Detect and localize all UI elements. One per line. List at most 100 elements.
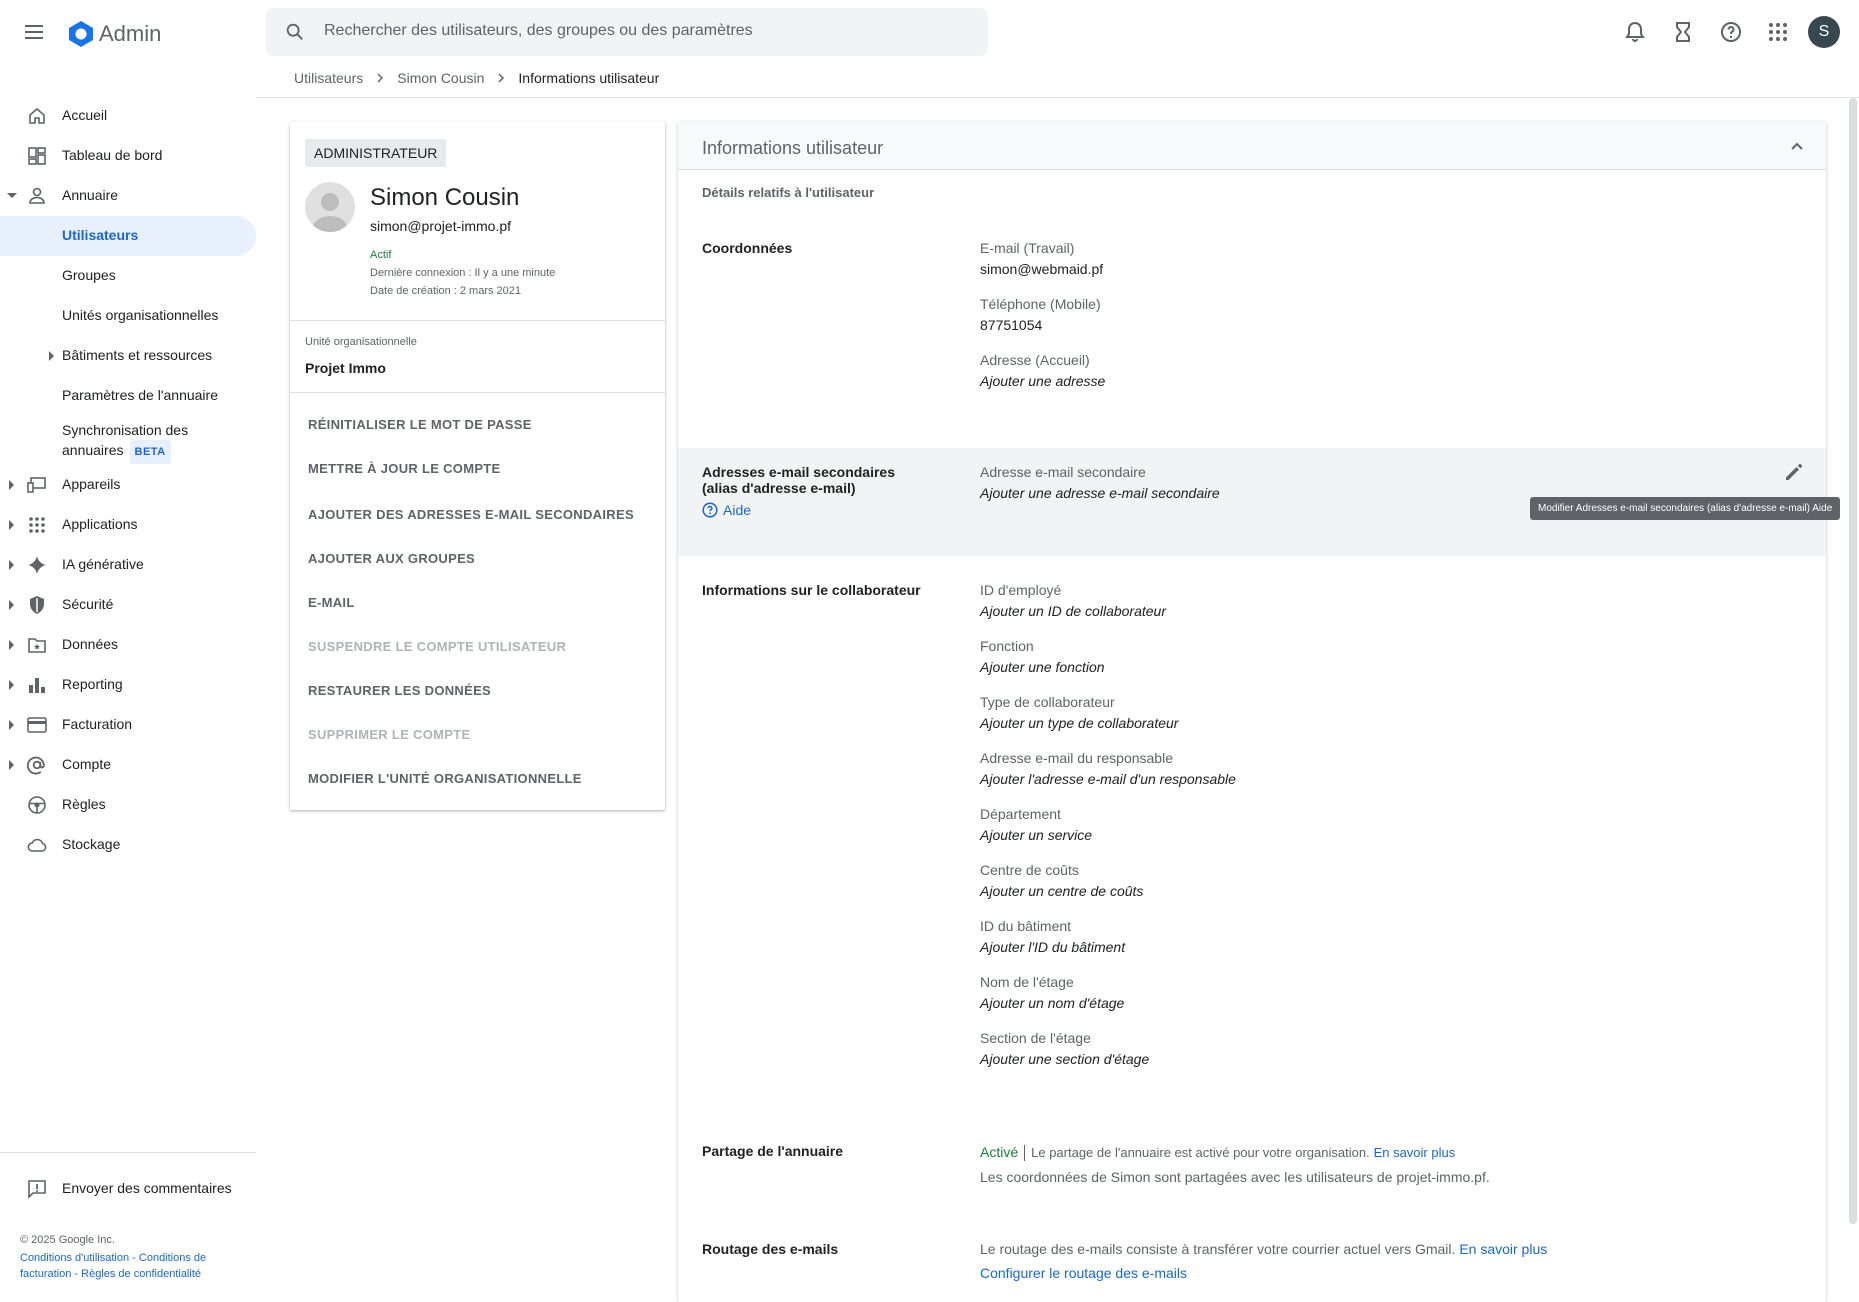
contact-section-title: Coordonnées	[702, 240, 793, 256]
sidebar-item-batiments[interactable]: Bâtiments et ressources	[0, 336, 256, 376]
sharing-learn-more-link[interactable]: En savoir plus	[1374, 1145, 1456, 1160]
configure-routing-link[interactable]: Configurer le routage des e-mails	[980, 1265, 1187, 1281]
sidebar-item-label: Synchronisation des annuaires BETA	[62, 420, 212, 464]
sidebar-item-applications[interactable]: Applications	[0, 505, 256, 545]
card-divider	[290, 392, 665, 393]
field-label: Centre de coûts	[980, 862, 1079, 878]
sidebar-item-stockage[interactable]: Stockage	[0, 825, 256, 865]
apps-icon	[29, 517, 45, 533]
sidebar-item-securite[interactable]: Sécurité	[0, 585, 256, 625]
notifications-icon[interactable]	[1623, 20, 1647, 44]
sidebar-item-tableau-de-bord[interactable]: Tableau de bord	[0, 136, 256, 176]
manager-email-value[interactable]: Ajouter l'adresse e-mail d'un responsabl…	[980, 771, 1236, 787]
field-label: Fonction	[980, 638, 1034, 654]
chevron-up-icon[interactable]	[1786, 135, 1808, 157]
sidebar-item-groupes[interactable]: Groupes	[0, 256, 256, 296]
restore-data-button[interactable]: RESTAURER LES DONNÉES	[308, 683, 491, 698]
sidebar-item-annuaire[interactable]: Annuaire	[0, 176, 256, 216]
sharing-section-title: Partage de l'annuaire	[702, 1143, 844, 1159]
caret-right-icon[interactable]	[9, 680, 14, 690]
add-to-groups-button[interactable]: AJOUTER AUX GROUPES	[308, 551, 475, 566]
chevron-right-icon	[498, 73, 505, 83]
caret-right-icon[interactable]	[9, 720, 14, 730]
add-secondary-emails-button[interactable]: AJOUTER DES ADRESSES E-MAIL SECONDAIRES	[308, 507, 634, 522]
hourglass-icon[interactable]	[1671, 20, 1695, 44]
breadcrumb-users[interactable]: Utilisateurs	[294, 70, 363, 86]
footer-links[interactable]: Conditions d'utilisation - Conditions de…	[20, 1250, 250, 1282]
sidebar-item-regles[interactable]: Règles	[0, 785, 256, 825]
edit-pencil-icon[interactable]	[1782, 460, 1806, 484]
sidebar-item-ia-generative[interactable]: IA générative	[0, 545, 256, 585]
sharing-detail: Les coordonnées de Simon sont partagées …	[980, 1169, 1490, 1185]
caret-down-icon[interactable]	[7, 193, 17, 198]
menu-icon[interactable]	[22, 20, 46, 44]
account-avatar[interactable]: S	[1808, 16, 1840, 48]
sidebar-item-accueil[interactable]: Accueil	[0, 96, 256, 136]
chevron-right-icon	[377, 73, 384, 83]
caret-right-icon[interactable]	[9, 560, 14, 570]
employee-id-value[interactable]: Ajouter un ID de collaborateur	[980, 603, 1166, 619]
update-account-button[interactable]: METTRE À JOUR LE COMPTE	[308, 461, 501, 476]
caret-right-icon[interactable]	[9, 520, 14, 530]
info-header[interactable]: Informations utilisateur	[678, 122, 1826, 170]
sidebar-item-reporting[interactable]: Reporting	[0, 665, 256, 705]
send-feedback-button[interactable]: Envoyer des commentaires	[0, 1169, 256, 1209]
change-ou-button[interactable]: MODIFIER L'UNITÉ ORGANISATIONNELLE	[308, 771, 582, 786]
caret-right-icon[interactable]	[9, 600, 14, 610]
floor-name-value[interactable]: Ajouter un nom d'étage	[980, 995, 1124, 1011]
aliases-section-title: Adresses e-mail secondaires (alias d'adr…	[702, 464, 895, 496]
sidebar-item-compte[interactable]: Compte	[0, 745, 256, 785]
help-link[interactable]: Aide	[702, 502, 751, 518]
floor-section-value[interactable]: Ajouter une section d'étage	[980, 1051, 1149, 1067]
reset-password-button[interactable]: RÉINITIALISER LE MOT DE PASSE	[308, 417, 532, 432]
sidebar-item-donnees[interactable]: Données	[0, 625, 256, 665]
at-sign-icon	[27, 756, 45, 775]
user-card: ADMINISTRATEUR Simon Cousin simon@projet…	[290, 122, 665, 810]
caret-right-icon[interactable]	[9, 640, 14, 650]
breadcrumb: Utilisateurs Simon Cousin Informations u…	[294, 70, 659, 86]
caret-right-icon[interactable]	[9, 760, 14, 770]
help-icon[interactable]	[1719, 20, 1743, 44]
search-input[interactable]: Rechercher des utilisateurs, des groupes…	[324, 22, 753, 40]
sidebar-item-label: Tableau de bord	[62, 147, 163, 163]
work-email-value[interactable]: simon@webmaid.pf	[980, 261, 1103, 277]
job-title-value[interactable]: Ajouter une fonction	[980, 659, 1105, 675]
routing-learn-more-link[interactable]: En savoir plus	[1459, 1241, 1547, 1257]
suspend-account-button: SUSPENDRE LE COMPTE UTILISATEUR	[308, 639, 567, 654]
sharing-status: Activé	[980, 1144, 1019, 1160]
caret-right-icon[interactable]	[49, 351, 54, 361]
secondary-email-value[interactable]: Ajouter une adresse e-mail secondaire	[980, 485, 1220, 501]
apps-grid-icon[interactable]	[1766, 20, 1790, 44]
search-bar[interactable]: Rechercher des utilisateurs, des groupes…	[266, 8, 988, 56]
building-id-value[interactable]: Ajouter l'ID du bâtiment	[980, 939, 1125, 955]
help-circle-icon	[702, 502, 718, 518]
top-bar: Admin Rechercher des utilisateurs, des g…	[0, 0, 1859, 64]
shield-icon	[30, 596, 44, 614]
caret-right-icon[interactable]	[9, 480, 14, 490]
home-address-value[interactable]: Ajouter une adresse	[980, 373, 1105, 389]
user-avatar	[305, 182, 355, 232]
routing-section-title: Routage des e-mails	[702, 1241, 839, 1257]
sidebar-item-unites[interactable]: Unités organisationnelles	[0, 296, 256, 336]
user-name: Simon Cousin	[370, 184, 520, 211]
department-value[interactable]: Ajouter un service	[980, 827, 1092, 843]
header-divider	[256, 97, 1859, 98]
email-button[interactable]: E-MAIL	[308, 595, 355, 610]
edit-tooltip: Modifier Adresses e-mail secondaires (al…	[1530, 497, 1841, 520]
sidebar-item-utilisateurs[interactable]: Utilisateurs	[0, 216, 256, 256]
home-icon	[29, 107, 45, 124]
default-avatar-icon	[313, 193, 347, 232]
help-link-label[interactable]: Aide	[723, 502, 751, 518]
sidebar-item-parametres-annuaire[interactable]: Paramètres de l'annuaire	[0, 376, 256, 416]
cost-center-value[interactable]: Ajouter un centre de coûts	[980, 883, 1143, 899]
created-date: Date de création : 2 mars 2021	[370, 285, 522, 297]
sidebar-item-synchronisation[interactable]: Synchronisation des annuaires BETA	[0, 416, 256, 466]
sidebar-item-appareils[interactable]: Appareils	[0, 465, 256, 505]
sidebar-item-facturation[interactable]: Facturation	[0, 705, 256, 745]
breadcrumb-user[interactable]: Simon Cousin	[397, 70, 484, 86]
mobile-phone-value[interactable]: 87751054	[980, 317, 1042, 333]
employee-type-value[interactable]: Ajouter un type de collaborateur	[980, 715, 1178, 731]
routing-desc: Le routage des e-mails consiste à transf…	[980, 1241, 1456, 1257]
page-scrollbar[interactable]	[1849, 98, 1857, 1224]
last-login: Dernière connexion : Il y a une minute	[370, 267, 556, 279]
